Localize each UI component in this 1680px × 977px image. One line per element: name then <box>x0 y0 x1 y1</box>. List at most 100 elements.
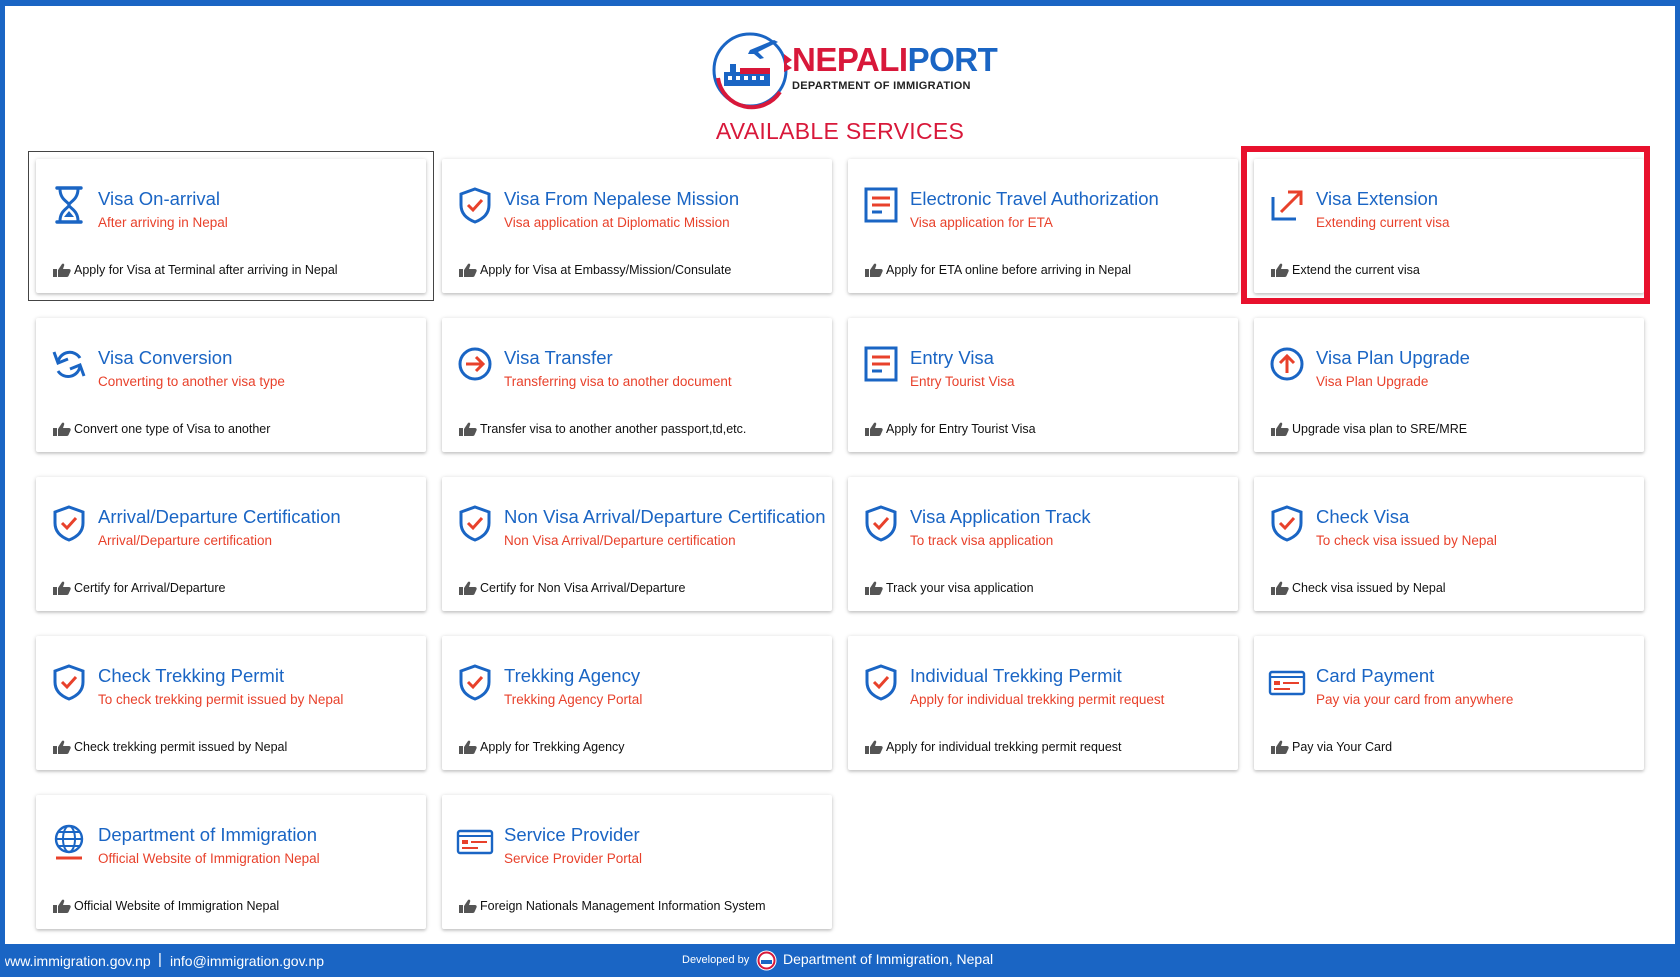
service-title[interactable]: Trekking Agency <box>504 665 640 687</box>
service-card[interactable]: Visa From Nepalese Mission Visa applicati… <box>442 159 832 293</box>
service-description: Convert one type of Visa to another <box>74 422 271 436</box>
thumbs-up-icon <box>52 898 72 914</box>
service-description-row: Check visa issued by Nepal <box>1270 579 1446 597</box>
service-subtitle: Apply for individual trekking permit req… <box>910 692 1165 707</box>
service-card[interactable]: Visa Extension Extending current visa Exte… <box>1241 146 1650 304</box>
service-card[interactable]: Check Trekking Permit To check trekking p… <box>36 636 426 770</box>
service-title[interactable]: Visa Plan Upgrade <box>1316 347 1470 369</box>
service-description-row: Apply for ETA online before arriving in … <box>864 261 1131 279</box>
service-card[interactable]: Service Provider Service Provider Portal F… <box>442 795 832 929</box>
service-subtitle: Visa Plan Upgrade <box>1316 374 1429 389</box>
service-description: Check trekking permit issued by Nepal <box>74 740 288 754</box>
service-description-row: Extend the current visa <box>1270 261 1420 279</box>
shield-check-icon <box>456 503 494 543</box>
thumbs-up-icon <box>52 739 72 755</box>
refresh-icon <box>50 344 88 384</box>
service-description: Apply for ETA online before arriving in … <box>886 263 1132 277</box>
logo-title: NEPALIPORT <box>792 41 998 78</box>
document-icon <box>862 185 900 225</box>
service-description: Apply for Entry Tourist Visa <box>886 422 1036 436</box>
service-card[interactable]: Non Visa Arrival/Departure Certification… <box>442 477 832 611</box>
service-subtitle: To check visa issued by Nepal <box>1316 533 1497 548</box>
extend-arrow-icon <box>1268 185 1306 225</box>
service-title[interactable]: Visa Transfer <box>504 347 613 369</box>
logo-subtitle: DEPARTMENT OF IMMIGRATION <box>792 80 971 92</box>
thumbs-up-icon <box>458 739 478 755</box>
service-card[interactable]: Individual Trekking Permit Apply for indi… <box>848 636 1238 770</box>
service-card[interactable]: Visa Conversion Converting to another vis… <box>36 318 426 452</box>
shield-check-icon <box>862 503 900 543</box>
email-link[interactable]: info@immigration.gov.np <box>170 953 324 969</box>
service-title[interactable]: Check Trekking Permit <box>98 665 284 687</box>
service-subtitle: Transferring visa to another document <box>504 374 732 389</box>
developer-name: Department of Immigration, Nepal <box>783 951 994 967</box>
service-card[interactable]: Entry Visa Entry Tourist Visa Apply for En… <box>848 318 1238 452</box>
service-title[interactable]: Visa Conversion <box>98 347 232 369</box>
service-title[interactable]: Arrival/Departure Certification <box>98 506 341 528</box>
service-description-row: Transfer visa to another another passpor… <box>458 420 746 438</box>
service-card[interactable]: Check Visa To check visa issued by Nepal C… <box>1254 477 1644 611</box>
service-subtitle: Pay via your card from anywhere <box>1316 692 1514 707</box>
service-card[interactable]: Trekking Agency Trekking Agency Portal App… <box>442 636 832 770</box>
service-card[interactable]: Card Payment Pay via your card from anywh… <box>1254 636 1644 770</box>
service-description: Extend the current visa <box>1292 263 1420 277</box>
service-title[interactable]: Visa On-arrival <box>98 188 220 210</box>
service-card[interactable]: Visa Transfer Transferring visa to anothe… <box>442 318 832 452</box>
service-description-row: Apply for individual trekking permit req… <box>864 738 1122 756</box>
service-title[interactable]: Visa From Nepalese Mission <box>504 188 739 210</box>
card-icon <box>456 821 494 861</box>
service-description: Pay via Your Card <box>1292 740 1393 754</box>
shield-check-icon <box>50 503 88 543</box>
service-description: Apply for Visa at Terminal after arrivin… <box>74 263 338 277</box>
card-icon <box>1268 662 1306 702</box>
page-title: AVAILABLE SERVICES <box>715 118 965 144</box>
thumbs-up-icon <box>458 898 478 914</box>
nepaliport-logo[interactable]: NEPALIPORT DEPARTMENT OF IMMIGRATION <box>710 28 998 112</box>
service-title[interactable]: Service Provider <box>504 824 640 846</box>
service-title[interactable]: Entry Visa <box>910 347 994 369</box>
service-title[interactable]: Visa Extension <box>1316 188 1438 210</box>
services-grid: Visa On-arrival After arriving in Nepal Ap… <box>28 146 1650 929</box>
thumbs-up-icon <box>1270 262 1290 278</box>
service-description: Foreign Nationals Management Information… <box>480 899 766 913</box>
service-card[interactable]: Electronic Travel Authorization Visa appl… <box>848 159 1238 293</box>
service-description: Apply for individual trekking permit req… <box>886 740 1122 754</box>
developed-by-label: Developed by <box>682 954 750 966</box>
service-title[interactable]: Non Visa Arrival/Departure Certification <box>504 506 826 528</box>
thumbs-up-icon <box>52 421 72 437</box>
service-title[interactable]: Check Visa <box>1316 506 1409 528</box>
service-subtitle: Service Provider Portal <box>504 851 643 866</box>
thumbs-up-icon <box>1270 421 1290 437</box>
shield-check-icon <box>50 662 88 702</box>
service-card[interactable]: Visa Application Track To track visa appl… <box>848 477 1238 611</box>
service-card[interactable]: Visa On-arrival After arriving in Nepal Ap… <box>28 151 434 301</box>
airport-emblem-icon <box>712 32 792 110</box>
service-description-row: Certify for Arrival/Departure <box>52 579 225 597</box>
service-description: Official Website of Immigration Nepal <box>74 899 280 913</box>
service-subtitle: Entry Tourist Visa <box>910 374 1015 389</box>
thumbs-up-icon <box>52 580 72 596</box>
service-title[interactable]: Department of Immigration <box>98 824 317 846</box>
thumbs-up-icon <box>1270 739 1290 755</box>
service-description-row: Track your visa application <box>864 579 1034 597</box>
thumbs-up-icon <box>864 580 884 596</box>
service-card[interactable]: Visa Plan Upgrade Visa Plan Upgrade Upgrad… <box>1254 318 1644 452</box>
service-description: Upgrade visa plan to SRE/MRE <box>1292 422 1468 436</box>
service-description-row: Check trekking permit issued by Nepal <box>52 738 287 756</box>
service-subtitle: Visa application for ETA <box>910 215 1053 230</box>
service-description-row: Apply for Entry Tourist Visa <box>864 420 1036 438</box>
service-title[interactable]: Electronic Travel Authorization <box>910 188 1159 210</box>
document-icon <box>862 344 900 384</box>
service-card[interactable]: Department of Immigration Official Websit… <box>36 795 426 929</box>
service-title[interactable]: Individual Trekking Permit <box>910 665 1122 687</box>
thumbs-up-icon <box>864 739 884 755</box>
service-description-row: Apply for Visa at Terminal after arrivin… <box>52 261 338 279</box>
service-title[interactable]: Card Payment <box>1316 665 1434 687</box>
logo-word-nepali: NEPALI <box>792 41 908 78</box>
service-description: Track your visa application <box>886 581 1034 595</box>
service-card[interactable]: Arrival/Departure Certification Arrival/D… <box>36 477 426 611</box>
website-link[interactable]: www.immigration.gov.np <box>0 953 151 969</box>
service-description: Certify for Non Visa Arrival/Departure <box>480 581 686 595</box>
service-subtitle: Trekking Agency Portal <box>504 692 643 707</box>
service-title[interactable]: Visa Application Track <box>910 506 1091 528</box>
